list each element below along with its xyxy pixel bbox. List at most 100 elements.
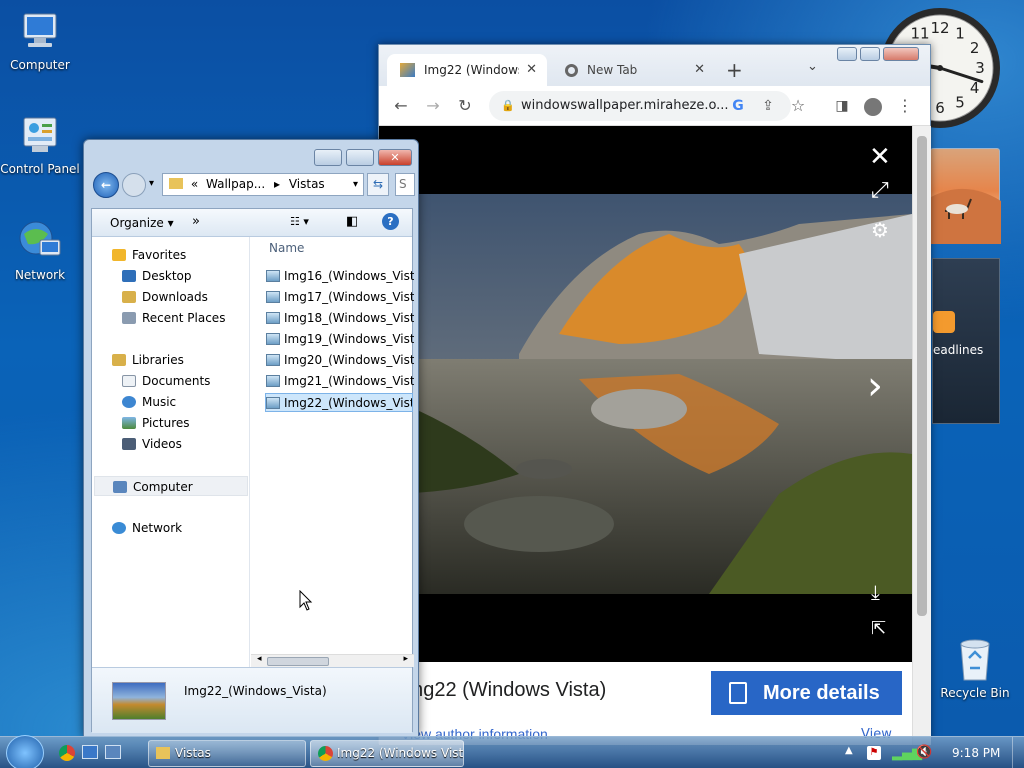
desktop-icon-label: Recycle Bin (940, 686, 1010, 700)
navigation-pane: Favorites Desktop Downloads Recent Place… (92, 237, 250, 667)
file-item-selected[interactable]: Img22_(Windows_Vista) (265, 393, 413, 412)
nav-recent-places[interactable]: Recent Places (122, 308, 225, 328)
forward-icon[interactable] (122, 173, 146, 197)
minimize-button[interactable] (837, 47, 857, 61)
share-icon[interactable]: ⇪ (756, 94, 780, 118)
desktop-icon-network[interactable]: Network (0, 216, 80, 282)
desktop-icon (122, 270, 136, 282)
scroll-left-icon[interactable]: ◂ (257, 654, 262, 664)
nav-computer[interactable]: Computer (94, 476, 248, 496)
preview-pane-icon[interactable]: ◧ (346, 214, 358, 229)
clock-time[interactable]: 9:18 PM (952, 746, 1000, 760)
maximize-button[interactable] (860, 47, 880, 61)
show-desktop-button[interactable] (1012, 737, 1024, 768)
nav-libraries[interactable]: Libraries (112, 350, 184, 370)
minimize-button[interactable] (314, 149, 342, 166)
close-button[interactable]: ✕ (378, 149, 412, 166)
horizontal-scrollbar[interactable]: ◂ ▸ (251, 654, 414, 667)
explorer-window[interactable]: ✕ ← ▾ « Wallpap... ▸ Vistas ▾ ⇆ S Organi… (83, 139, 419, 737)
tab-img22[interactable]: Img22 (Windows V ✕ (387, 54, 547, 86)
page-content: ✕ ⤢ ⚙ › ⤓ ⇱ Img22 (Windows Vista) More d… (379, 126, 912, 745)
file-item[interactable]: Img21_(Windows_Vista) (266, 372, 414, 391)
tab-close-icon[interactable]: ✕ (526, 54, 537, 86)
file-item[interactable]: Img18_(Windows_Vista) (266, 309, 414, 328)
desktop-icon-recycle-bin[interactable]: Recycle Bin (935, 636, 1015, 700)
reload-icon[interactable]: ↻ (453, 94, 477, 118)
fullscreen-icon[interactable]: ⤢ (871, 178, 889, 203)
image-viewer: ✕ ⤢ ⚙ › ⤓ ⇱ (379, 126, 912, 662)
nav-pictures[interactable]: Pictures (122, 413, 190, 433)
search-input[interactable]: S (395, 173, 415, 196)
chrome-window[interactable]: Img22 (Windows V ✕ New Tab ✕ + ⌄ ← → ↻ 🔒… (378, 44, 931, 745)
nav-favorites[interactable]: Favorites (112, 245, 186, 265)
help-icon[interactable]: ? (382, 213, 399, 230)
column-header-name[interactable]: Name (269, 241, 304, 255)
start-button[interactable] (6, 735, 44, 768)
address-dropdown-icon[interactable]: ▾ (353, 174, 358, 195)
breadcrumb[interactable]: « Wallpap... ▸ Vistas ▾ (162, 173, 364, 196)
nav-videos[interactable]: Videos (122, 434, 182, 454)
recent-pages-chevron-icon[interactable]: ▾ (149, 178, 154, 189)
taskbar-pinned-chrome-icon[interactable] (59, 745, 75, 761)
chrome-logo-icon (318, 746, 333, 761)
profile-avatar-icon[interactable] (861, 94, 885, 118)
scroll-right-icon[interactable]: ▸ (403, 654, 408, 664)
nav-downloads[interactable]: Downloads (122, 287, 208, 307)
organize-menu[interactable]: Organize ▾ (110, 216, 174, 230)
vertical-scrollbar[interactable] (912, 126, 931, 745)
taskbar-item-vistas[interactable]: Vistas (148, 740, 306, 767)
download-icon[interactable]: ⤓ (871, 580, 880, 604)
image-file-icon (266, 375, 280, 387)
desktop-icon-control-panel[interactable]: Control Panel (0, 114, 80, 176)
nav-desktop[interactable]: Desktop (122, 266, 192, 286)
back-icon[interactable]: ← (93, 172, 119, 198)
tab-close-icon[interactable]: ✕ (694, 54, 705, 86)
action-center-flag-icon[interactable]: ⚑ (867, 746, 881, 760)
slideshow-gadget[interactable] (930, 148, 1001, 244)
tab-favicon-icon (400, 63, 415, 77)
breadcrumb-item[interactable]: Vistas (289, 177, 325, 191)
nav-documents[interactable]: Documents (122, 371, 210, 391)
show-hidden-icons-chevron-icon[interactable]: ▲ (845, 745, 853, 756)
pictures-icon (122, 417, 136, 429)
videos-icon (122, 438, 136, 450)
file-item[interactable]: Img17_(Windows_Vista) (266, 288, 414, 307)
taskbar-pinned-window-icon[interactable] (105, 745, 121, 759)
side-panel-icon[interactable]: ◨ (830, 94, 854, 118)
refresh-icon[interactable]: ⇆ (367, 173, 389, 196)
share-image-icon[interactable]: ⇱ (871, 618, 886, 639)
breadcrumb-overflow[interactable]: « (191, 177, 198, 191)
nav-network[interactable]: Network (112, 518, 182, 538)
more-details-button[interactable]: More details (711, 671, 902, 715)
more-commands-button[interactable]: » (192, 214, 200, 229)
network-globe-icon (19, 221, 61, 256)
tab-new-tab[interactable]: New Tab ✕ (555, 54, 715, 86)
taskbar-pinned-explorer-icon[interactable] (82, 745, 98, 759)
bookmark-star-icon[interactable]: ☆ (786, 94, 810, 118)
menu-kebab-icon[interactable]: ⋮ (893, 94, 917, 118)
back-icon[interactable]: ← (389, 94, 413, 118)
nav-music[interactable]: Music (122, 392, 176, 412)
google-lens-icon[interactable]: G (726, 94, 750, 118)
maximize-button[interactable] (346, 149, 374, 166)
close-viewer-icon[interactable]: ✕ (869, 142, 891, 172)
scrollbar-thumb[interactable] (267, 657, 329, 666)
tab-title: Img22 (Windows V (424, 63, 519, 77)
taskbar-item-chrome[interactable]: Img22 (Windows Vist... (310, 740, 464, 767)
close-button[interactable] (883, 47, 919, 61)
volume-muted-icon[interactable]: 🔇 (916, 745, 932, 760)
views-icon[interactable]: ☷ ▾ (290, 215, 309, 228)
breadcrumb-item[interactable]: Wallpap... (206, 177, 265, 191)
recent-places-icon (122, 312, 136, 324)
desktop-icon-computer[interactable]: Computer (0, 8, 80, 72)
feed-headlines-gadget[interactable]: eadlines (932, 258, 1000, 424)
tab-search-chevron-icon[interactable]: ⌄ (807, 59, 818, 74)
scrollbar-thumb[interactable] (917, 136, 927, 616)
forward-icon[interactable]: → (421, 94, 445, 118)
file-item[interactable]: Img19_(Windows_Vista) (266, 330, 414, 349)
file-item[interactable]: Img16_(Windows_Vista) (266, 267, 414, 286)
next-image-icon[interactable]: › (867, 366, 883, 406)
settings-gear-icon[interactable]: ⚙ (871, 218, 889, 242)
new-tab-button[interactable]: + (726, 58, 743, 82)
file-item[interactable]: Img20_(Windows_Vista) (266, 351, 414, 370)
